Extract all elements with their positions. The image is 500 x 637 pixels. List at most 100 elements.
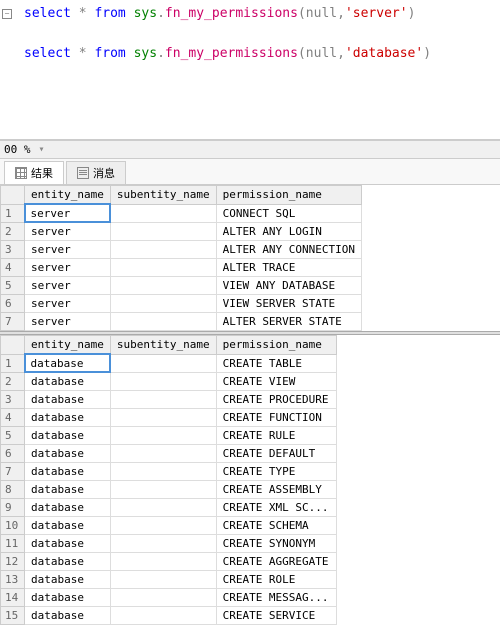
row-number[interactable]: 2 — [1, 222, 25, 241]
cell-entity[interactable]: database — [25, 499, 111, 517]
cell-entity[interactable]: database — [25, 481, 111, 499]
table-row[interactable]: 4serverALTER TRACE — [1, 259, 362, 277]
cell-permission[interactable]: CREATE DEFAULT — [216, 445, 336, 463]
row-number[interactable]: 7 — [1, 463, 25, 481]
cell-permission[interactable]: CREATE ROLE — [216, 571, 336, 589]
cell-subentity[interactable] — [110, 295, 216, 313]
cell-permission[interactable]: CREATE TYPE — [216, 463, 336, 481]
cell-entity[interactable]: server — [25, 241, 111, 259]
row-number[interactable]: 4 — [1, 409, 25, 427]
cell-permission[interactable]: VIEW SERVER STATE — [216, 295, 361, 313]
row-number[interactable]: 5 — [1, 427, 25, 445]
cell-subentity[interactable] — [110, 409, 216, 427]
results-grid-2[interactable]: entity_name subentity_name permission_na… — [0, 335, 500, 625]
cell-entity[interactable]: server — [25, 204, 111, 222]
row-number[interactable]: 7 — [1, 313, 25, 331]
row-number[interactable]: 6 — [1, 445, 25, 463]
cell-subentity[interactable] — [110, 463, 216, 481]
cell-permission[interactable]: CREATE RULE — [216, 427, 336, 445]
table-row[interactable]: 4databaseCREATE FUNCTION — [1, 409, 337, 427]
cell-subentity[interactable] — [110, 553, 216, 571]
tab-results[interactable]: 结果 — [4, 161, 64, 184]
col-entity[interactable]: entity_name — [25, 186, 111, 205]
cell-permission[interactable]: ALTER TRACE — [216, 259, 361, 277]
cell-subentity[interactable] — [110, 571, 216, 589]
cell-entity[interactable]: server — [25, 313, 111, 331]
row-number[interactable]: 12 — [1, 553, 25, 571]
cell-subentity[interactable] — [110, 481, 216, 499]
cell-permission[interactable]: CREATE VIEW — [216, 372, 336, 391]
cell-permission[interactable]: CREATE MESSAG... — [216, 589, 336, 607]
table-row[interactable]: 11databaseCREATE SYNONYM — [1, 535, 337, 553]
cell-subentity[interactable] — [110, 259, 216, 277]
cell-subentity[interactable] — [110, 427, 216, 445]
cell-permission[interactable]: ALTER SERVER STATE — [216, 313, 361, 331]
cell-subentity[interactable] — [110, 589, 216, 607]
table-row[interactable]: 8database CREATE ASSEMBLY — [1, 481, 337, 499]
cell-entity[interactable]: database — [25, 589, 111, 607]
cell-entity[interactable]: server — [25, 295, 111, 313]
cell-permission[interactable]: ALTER ANY CONNECTION — [216, 241, 361, 259]
cell-subentity[interactable] — [110, 607, 216, 625]
table-row[interactable]: 7server ALTER SERVER STATE — [1, 313, 362, 331]
row-number[interactable]: 2 — [1, 372, 25, 391]
cell-entity[interactable]: database — [25, 463, 111, 481]
cell-entity[interactable]: server — [25, 277, 111, 295]
table-row[interactable]: 1serverCONNECT SQL — [1, 204, 362, 222]
chevron-down-icon[interactable]: ▾ — [39, 144, 45, 155]
cell-entity[interactable]: database — [25, 391, 111, 409]
table-row[interactable]: 14databaseCREATE MESSAG... — [1, 589, 337, 607]
cell-subentity[interactable] — [110, 391, 216, 409]
table-row[interactable]: 2database CREATE VIEW — [1, 372, 337, 391]
cell-entity[interactable]: database — [25, 372, 111, 391]
row-number[interactable]: 8 — [1, 481, 25, 499]
cell-subentity[interactable] — [110, 372, 216, 391]
row-number[interactable]: 4 — [1, 259, 25, 277]
cell-subentity[interactable] — [110, 499, 216, 517]
col-permission[interactable]: permission_name — [216, 336, 336, 355]
col-subentity[interactable]: subentity_name — [110, 186, 216, 205]
table-row[interactable]: 2server ALTER ANY LOGIN — [1, 222, 362, 241]
row-number[interactable]: 3 — [1, 391, 25, 409]
cell-entity[interactable]: database — [25, 517, 111, 535]
cell-subentity[interactable] — [110, 313, 216, 331]
table-row[interactable]: 12database CREATE AGGREGATE — [1, 553, 337, 571]
table-row[interactable]: 1databaseCREATE TABLE — [1, 354, 337, 372]
cell-permission[interactable]: ALTER ANY LOGIN — [216, 222, 361, 241]
row-header-blank[interactable] — [1, 336, 25, 355]
cell-entity[interactable]: database — [25, 535, 111, 553]
col-entity[interactable]: entity_name — [25, 336, 111, 355]
table-row[interactable]: 6databaseCREATE DEFAULT — [1, 445, 337, 463]
col-permission[interactable]: permission_name — [216, 186, 361, 205]
col-subentity[interactable]: subentity_name — [110, 336, 216, 355]
cell-entity[interactable]: server — [25, 222, 111, 241]
row-header-blank[interactable] — [1, 186, 25, 205]
table-row[interactable]: 6server VIEW SERVER STATE — [1, 295, 362, 313]
table-row[interactable]: 13databaseCREATE ROLE — [1, 571, 337, 589]
table-row[interactable]: 9database CREATE XML SC... — [1, 499, 337, 517]
cell-subentity[interactable] — [110, 517, 216, 535]
table-row[interactable]: 3databaseCREATE PROCEDURE — [1, 391, 337, 409]
cell-subentity[interactable] — [110, 204, 216, 222]
table-row[interactable]: 7database CREATE TYPE — [1, 463, 337, 481]
sql-editor[interactable]: − select * from sys.fn_my_permissions(nu… — [0, 0, 500, 140]
table-row[interactable]: 15databaseCREATE SERVICE — [1, 607, 337, 625]
cell-permission[interactable]: CREATE TABLE — [216, 354, 336, 372]
tab-messages[interactable]: 消息 — [66, 161, 126, 184]
zoom-level[interactable]: 00 % — [4, 143, 31, 156]
row-number[interactable]: 9 — [1, 499, 25, 517]
table-row[interactable]: 5databaseCREATE RULE — [1, 427, 337, 445]
row-number[interactable]: 6 — [1, 295, 25, 313]
table-row[interactable]: 5serverVIEW ANY DATABASE — [1, 277, 362, 295]
cell-entity[interactable]: database — [25, 354, 111, 372]
row-number[interactable]: 1 — [1, 204, 25, 222]
table-row[interactable]: 3serverALTER ANY CONNECTION — [1, 241, 362, 259]
cell-entity[interactable]: database — [25, 553, 111, 571]
cell-subentity[interactable] — [110, 354, 216, 372]
cell-permission[interactable]: CREATE AGGREGATE — [216, 553, 336, 571]
cell-permission[interactable]: CREATE ASSEMBLY — [216, 481, 336, 499]
code-line-2[interactable]: select * from sys.fn_my_permissions(null… — [24, 44, 492, 64]
cell-entity[interactable]: database — [25, 571, 111, 589]
cell-permission[interactable]: CREATE SCHEMA — [216, 517, 336, 535]
cell-permission[interactable]: CREATE XML SC... — [216, 499, 336, 517]
